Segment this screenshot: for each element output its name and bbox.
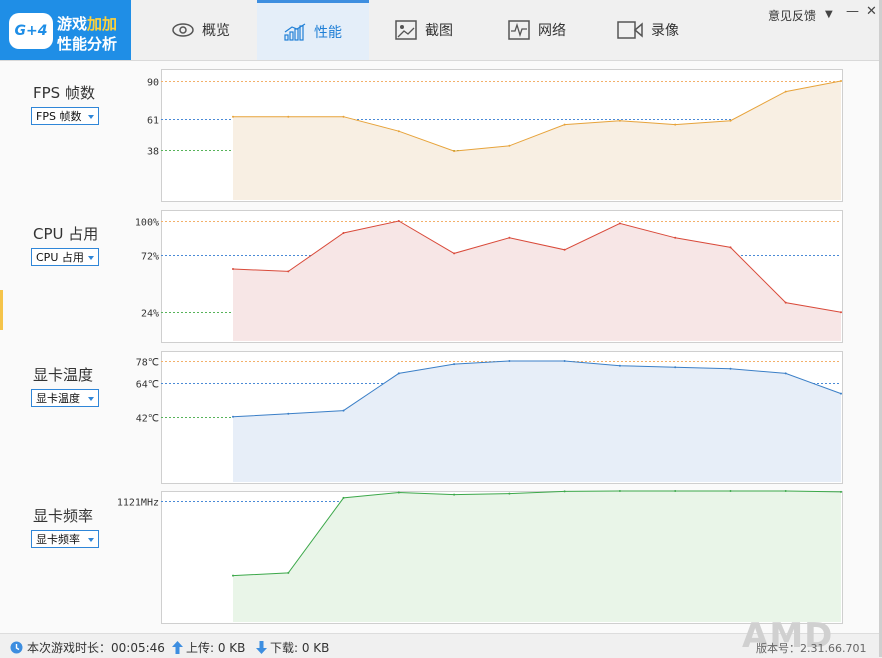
gpu-temp-point: [784, 372, 787, 375]
edge-marker: [0, 290, 3, 330]
cpu-point: [563, 248, 566, 251]
download-item: 下载: 0 KB: [256, 639, 329, 656]
gpu-freq-point: [563, 490, 566, 493]
gpu-freq-point: [232, 574, 234, 577]
gpu-temp-point: [287, 412, 290, 415]
gpu-temp-point: [232, 415, 234, 418]
fps-point: [729, 119, 732, 122]
fps-point: [287, 115, 290, 118]
download-arrow-icon: [256, 641, 267, 654]
cpu-point: [618, 222, 621, 225]
gpu-freq-point: [342, 496, 345, 499]
cpu-point: [508, 236, 511, 239]
gpu-freq-area: [233, 491, 841, 622]
cpu-point: [840, 311, 842, 314]
gpu-freq-point: [784, 490, 787, 492]
cpu-point: [453, 252, 456, 255]
clock-icon: [10, 641, 23, 654]
cpu-point: [287, 270, 290, 273]
gpu-freq-point: [287, 571, 290, 574]
gpu-temp-area: [233, 361, 841, 482]
fps-tick-label: 61: [147, 116, 159, 127]
gpu-temp-point: [453, 363, 456, 366]
gpu-temp-tick-label: 78℃: [136, 358, 159, 369]
upload-value: 上传: 0 KB: [186, 641, 246, 655]
cpu-point: [784, 301, 787, 304]
gpu-temp-point: [342, 409, 345, 412]
fps-point: [618, 119, 621, 122]
gpu-temp-point: [397, 372, 400, 375]
gpu-freq-point: [508, 492, 511, 495]
gpu-temp-point: [563, 360, 566, 362]
gpu-freq-tick-label: 1121MHz: [117, 498, 159, 509]
fps-point: [232, 115, 234, 118]
fps-point: [397, 130, 400, 133]
performance-charts: 90 61 38 100% 72% 24% 78℃ 64℃ 42℃ 1121MHz: [117, 78, 842, 622]
performance-window: G+4 游戏加加 性能分析 概览 性能 截图 网络 录像 意见反馈 ▼ — ✕: [0, 0, 882, 658]
fps-point: [508, 144, 511, 147]
cpu-point: [674, 236, 677, 239]
fps-tick-label: 90: [147, 78, 159, 89]
fps-tick-label: 38: [147, 147, 159, 158]
cpu-tick-label: 24%: [141, 309, 159, 320]
download-value: 下载: 0 KB: [270, 641, 330, 655]
gpu-freq-point: [453, 493, 456, 496]
fps-point: [563, 123, 566, 126]
session-time: 本次游戏时长：00:05:46: [27, 641, 165, 655]
gpu-freq-point: [618, 490, 621, 492]
fps-point: [784, 90, 787, 93]
fps-point: [674, 123, 677, 126]
gpu-temp-tick-label: 64℃: [136, 380, 159, 391]
session-time-item: 本次游戏时长：00:05:46: [10, 639, 165, 656]
gpu-freq-point: [840, 490, 842, 493]
gpu-freq-point: [397, 491, 400, 494]
cpu-point: [397, 220, 400, 222]
gpu-temp-point: [508, 360, 511, 362]
cpu-point: [342, 232, 345, 234]
gpu-temp-point: [674, 366, 677, 369]
gpu-temp-point: [729, 367, 732, 370]
gpu-temp-point: [618, 364, 621, 367]
cpu-tick-label: 72%: [141, 252, 159, 263]
upload-item: 上传: 0 KB: [172, 639, 245, 656]
cpu-point: [232, 268, 234, 270]
version-label: 版本号：2.31.66.701: [756, 642, 867, 655]
gpu-temp-tick-label: 42℃: [136, 414, 159, 425]
cpu-point: [729, 246, 732, 249]
fps-point: [453, 150, 456, 153]
cpu-tick-label: 100%: [135, 218, 159, 229]
fps-point: [840, 80, 842, 82]
upload-arrow-icon: [172, 641, 183, 654]
gpu-freq-point: [729, 490, 732, 492]
fps-point: [342, 115, 345, 118]
cpu-area: [233, 221, 841, 341]
gpu-temp-point: [840, 392, 842, 395]
fps-area: [233, 81, 841, 200]
gpu-freq-point: [674, 490, 677, 492]
